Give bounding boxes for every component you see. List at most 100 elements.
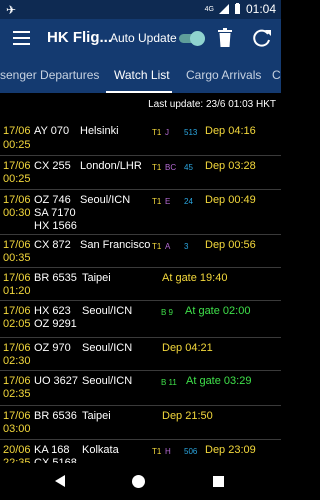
flight-row[interactable]: 17/06 CX 255 London/LHR T1 BC 45 Dep 03:… — [0, 156, 281, 190]
flight-destination: Kolkata — [82, 444, 119, 456]
flight-destination: Seoul/ICN — [82, 375, 133, 387]
status-bar: ✈ 4G 01:04 — [0, 0, 281, 19]
flight-row[interactable]: 17/06 BR 6535 Taipei At gate 19:40 01:20 — [0, 268, 281, 301]
clock: 01:04 — [245, 2, 276, 16]
flight-date: 17/06 — [3, 160, 31, 172]
flight-status: Dep 23:09 — [205, 444, 256, 456]
flight-time: 00:35 — [3, 252, 31, 264]
recent-apps-icon[interactable] — [213, 476, 224, 487]
flight-belt: 506 — [184, 447, 198, 456]
tab-watch-list[interactable]: Watch List — [114, 68, 170, 82]
codeshare-number: HX 1566 — [34, 220, 77, 232]
flight-status: Dep 00:49 — [205, 194, 256, 206]
flight-row[interactable]: 17/06 UO 3627 Seoul/ICN B 11 At gate 03:… — [0, 371, 281, 406]
flight-gate: B 11 — [161, 378, 177, 387]
flight-number: OZ 746 — [34, 194, 71, 206]
flight-status: At gate 19:40 — [162, 272, 228, 284]
flight-number: KA 168 — [34, 444, 70, 456]
flight-time: 01:20 — [3, 285, 31, 297]
flight-gate: BC — [165, 163, 177, 172]
flight-date: 17/06 — [3, 239, 31, 251]
status-icons: 4G 01:04 — [205, 2, 276, 16]
flight-row[interactable]: 17/06 AY 070 Helsinki T1 J 513 Dep 04:16… — [0, 118, 281, 156]
flight-belt: 513 — [184, 128, 198, 137]
flight-destination: Seoul/ICN — [82, 342, 133, 354]
flight-terminal: T1 — [152, 447, 162, 456]
battery-icon — [234, 3, 240, 14]
flight-date: 17/06 — [3, 194, 31, 206]
trash-icon[interactable] — [217, 28, 233, 48]
app-bar: HK Flig... Auto Update — [0, 19, 281, 58]
last-update-text: Last update: 23/6 01:03 HKT — [148, 99, 276, 110]
flight-number: CX 872 — [34, 239, 71, 251]
flight-number: AY 070 — [34, 125, 70, 137]
flight-status: Dep 04:21 — [162, 342, 213, 354]
flight-date: 17/06 — [3, 375, 31, 387]
flight-destination: London/LHR — [80, 160, 142, 172]
flight-time: 00:25 — [3, 139, 31, 151]
flight-status: Dep 00:56 — [205, 239, 256, 251]
flight-status: Dep 21:50 — [162, 410, 213, 422]
flight-date: 17/06 — [3, 410, 31, 422]
flight-gate: E — [165, 197, 171, 206]
flight-date: 17/06 — [3, 342, 31, 354]
flight-number: OZ 970 — [34, 342, 71, 354]
system-navigation-bar — [0, 463, 281, 500]
flight-gate: J — [165, 128, 169, 137]
network-type-label: 4G — [204, 5, 214, 13]
flight-destination: Taipei — [82, 272, 111, 284]
flight-time: 02:05 — [3, 318, 31, 330]
home-icon[interactable] — [132, 475, 145, 488]
flight-date: 17/06 — [3, 272, 31, 284]
refresh-icon[interactable] — [252, 28, 272, 48]
back-icon[interactable] — [55, 475, 65, 487]
flight-number: BR 6535 — [34, 272, 77, 284]
app-title: HK Flig... — [47, 29, 112, 46]
flight-time: 03:00 — [3, 423, 31, 435]
flight-number: HX 623 — [34, 305, 71, 317]
flight-destination: San Francisco — [80, 239, 151, 251]
flight-row[interactable]: 17/06 BR 6536 Taipei Dep 21:50 03:00 — [0, 406, 281, 440]
tab-passenger-departures[interactable]: ssenger Departures — [0, 68, 99, 82]
flight-terminal: T1 — [152, 197, 162, 206]
flight-time: 02:30 — [3, 355, 31, 367]
flight-date: 20/06 — [3, 444, 31, 456]
flight-status: Dep 03:28 — [205, 160, 256, 172]
flight-row[interactable]: 17/06 CX 872 San Francisco T1 A 3 Dep 00… — [0, 235, 281, 268]
flight-time: 02:35 — [3, 388, 31, 400]
tab-bar: ssenger Departures Watch List Cargo Arri… — [0, 58, 281, 93]
flight-belt: 24 — [184, 197, 193, 206]
flight-gate: B 9 — [161, 308, 174, 317]
flight-row[interactable]: 17/06 OZ 746 Seoul/ICN T1 E 24 Dep 00:49… — [0, 190, 281, 235]
flight-belt: 45 — [184, 163, 193, 172]
codeshare-number: SA 7170 — [34, 207, 76, 219]
flight-status: At gate 03:29 — [186, 375, 252, 387]
flight-date: 17/06 — [3, 305, 31, 317]
tab-cargo-departures[interactable]: C — [272, 68, 281, 82]
flight-number: BR 6536 — [34, 410, 77, 422]
flight-destination: Taipei — [82, 410, 111, 422]
active-tab-indicator — [106, 91, 172, 93]
flight-destination: Helsinki — [80, 125, 119, 137]
flight-row[interactable]: 17/06 HX 623 Seoul/ICN B 9 At gate 02:00… — [0, 301, 281, 338]
flight-terminal: T1 — [152, 242, 162, 251]
notification-icon: ✈ — [6, 3, 17, 17]
flight-row[interactable]: 17/06 OZ 970 Seoul/ICN Dep 04:21 02:30 — [0, 338, 281, 371]
flight-gate: A — [165, 242, 171, 251]
flight-time: 00:30 — [3, 207, 31, 219]
flight-time: 00:25 — [3, 173, 31, 185]
flight-destination: Seoul/ICN — [80, 194, 131, 206]
flight-status: Dep 04:16 — [205, 125, 256, 137]
flight-terminal: T1 — [152, 128, 162, 137]
flight-number: CX 255 — [34, 160, 71, 172]
auto-update-toggle[interactable] — [179, 31, 205, 46]
flight-terminal: T1 — [152, 163, 162, 172]
flight-list: 17/06 AY 070 Helsinki T1 J 513 Dep 04:16… — [0, 118, 281, 473]
flight-status: At gate 02:00 — [185, 305, 251, 317]
flight-gate: H — [165, 447, 171, 456]
flight-number: UO 3627 — [34, 375, 79, 387]
menu-icon[interactable] — [13, 31, 30, 45]
auto-update-label: Auto Update — [110, 31, 177, 45]
tab-cargo-arrivals[interactable]: Cargo Arrivals — [186, 68, 261, 82]
signal-icon — [218, 4, 229, 14]
